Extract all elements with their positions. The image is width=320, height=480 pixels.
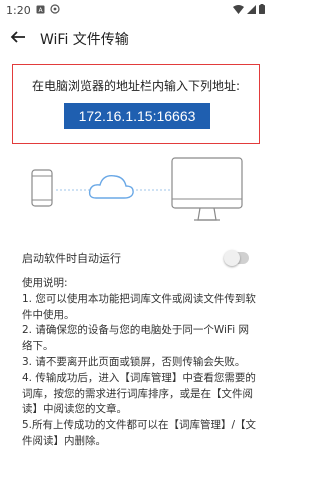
phone-icon [31,169,53,207]
instructions: 使用说明: 1. 您可以使用本功能把词库文件或阅读文件传到软件中使用。 2. 请… [22,276,258,450]
battery-icon [259,3,265,17]
instruction-item: 2. 请确保您的设备与您的电脑处于同一个WiFi 网络下。 [22,324,249,353]
cloud-icon [88,175,134,199]
instruction-item: 4. 传输成功后，进入【词库管理】中查看您需要的词库，按您的需求进行词库排序，或… [22,371,256,416]
monitor-icon [171,157,243,221]
status-time: 1:20 [6,3,31,17]
connection-illustration [20,150,250,234]
autorun-toggle[interactable] [224,250,249,266]
address-value[interactable]: 172.16.1.15:16663 [64,103,210,129]
back-button[interactable] [0,22,36,56]
wifi-icon [233,4,244,17]
instruction-item: 3. 请不要离开此页面或锁屏，否则传输会失败。 [22,355,246,368]
address-panel: 在电脑浏览器的地址栏内输入下列地址: 172.16.1.15:16663 [12,64,260,144]
autorun-setting: 启动软件时自动运行 [0,246,271,270]
page-title: WiFi 文件传输 [40,32,129,48]
signal-icon [247,4,256,17]
app-bar: WiFi 文件传输 [0,22,271,56]
autorun-label: 启动软件时自动运行 [22,252,121,265]
instructions-heading: 使用说明: [22,277,68,289]
toggle-knob [224,250,240,266]
arrow-left-icon [10,29,26,49]
instruction-item: 5.所有上传成功的文件都可以在【词库管理】/【文件阅读】内删除。 [22,419,257,447]
sim-a-icon: A [36,4,45,17]
nfc-icon [50,3,60,17]
address-hint: 在电脑浏览器的地址栏内输入下列地址: [31,79,241,93]
status-right [233,3,265,17]
status-bar: 1:20 A [0,0,271,20]
instruction-item: 1. 您可以使用本功能把词库文件或阅读文件传到软件中使用。 [22,292,256,321]
status-left: 1:20 A [6,4,60,17]
